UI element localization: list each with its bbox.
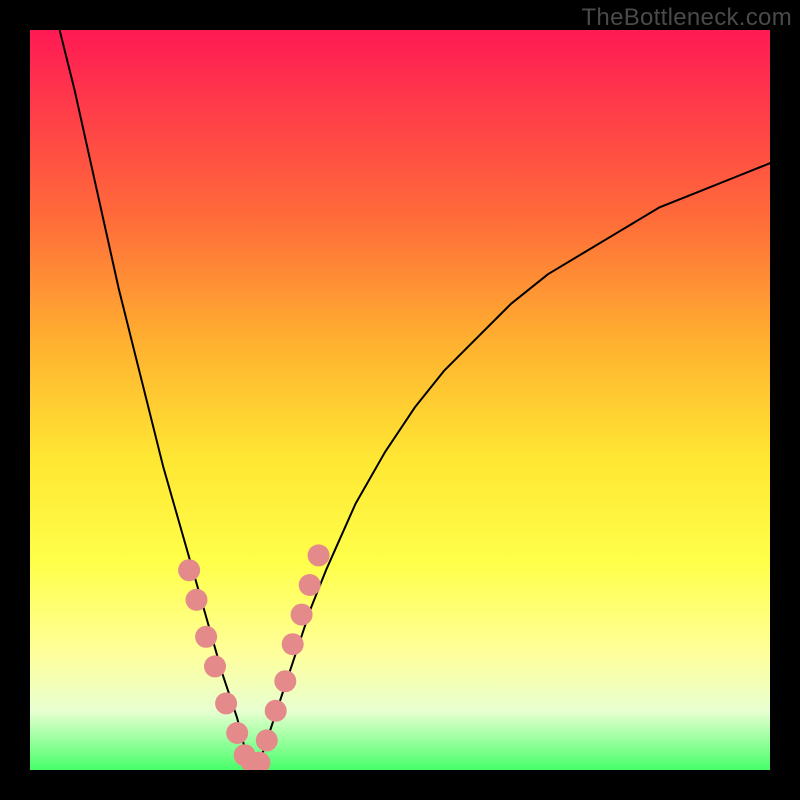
curve-marker xyxy=(265,700,287,722)
curve-marker xyxy=(195,626,217,648)
chart-frame: TheBottleneck.com xyxy=(0,0,800,800)
curve-marker xyxy=(215,692,237,714)
curve-marker xyxy=(256,729,278,751)
curve-marker xyxy=(308,544,330,566)
bottleneck-curve xyxy=(60,30,770,763)
curve-marker xyxy=(291,604,313,626)
plot-area xyxy=(30,30,770,770)
chart-svg xyxy=(30,30,770,770)
curve-marker xyxy=(274,670,296,692)
curve-marker xyxy=(226,722,248,744)
curve-marker xyxy=(186,589,208,611)
watermark-text: TheBottleneck.com xyxy=(581,4,792,32)
curve-marker xyxy=(282,633,304,655)
curve-marker xyxy=(178,559,200,581)
curve-marker xyxy=(299,574,321,596)
curve-marker xyxy=(204,655,226,677)
